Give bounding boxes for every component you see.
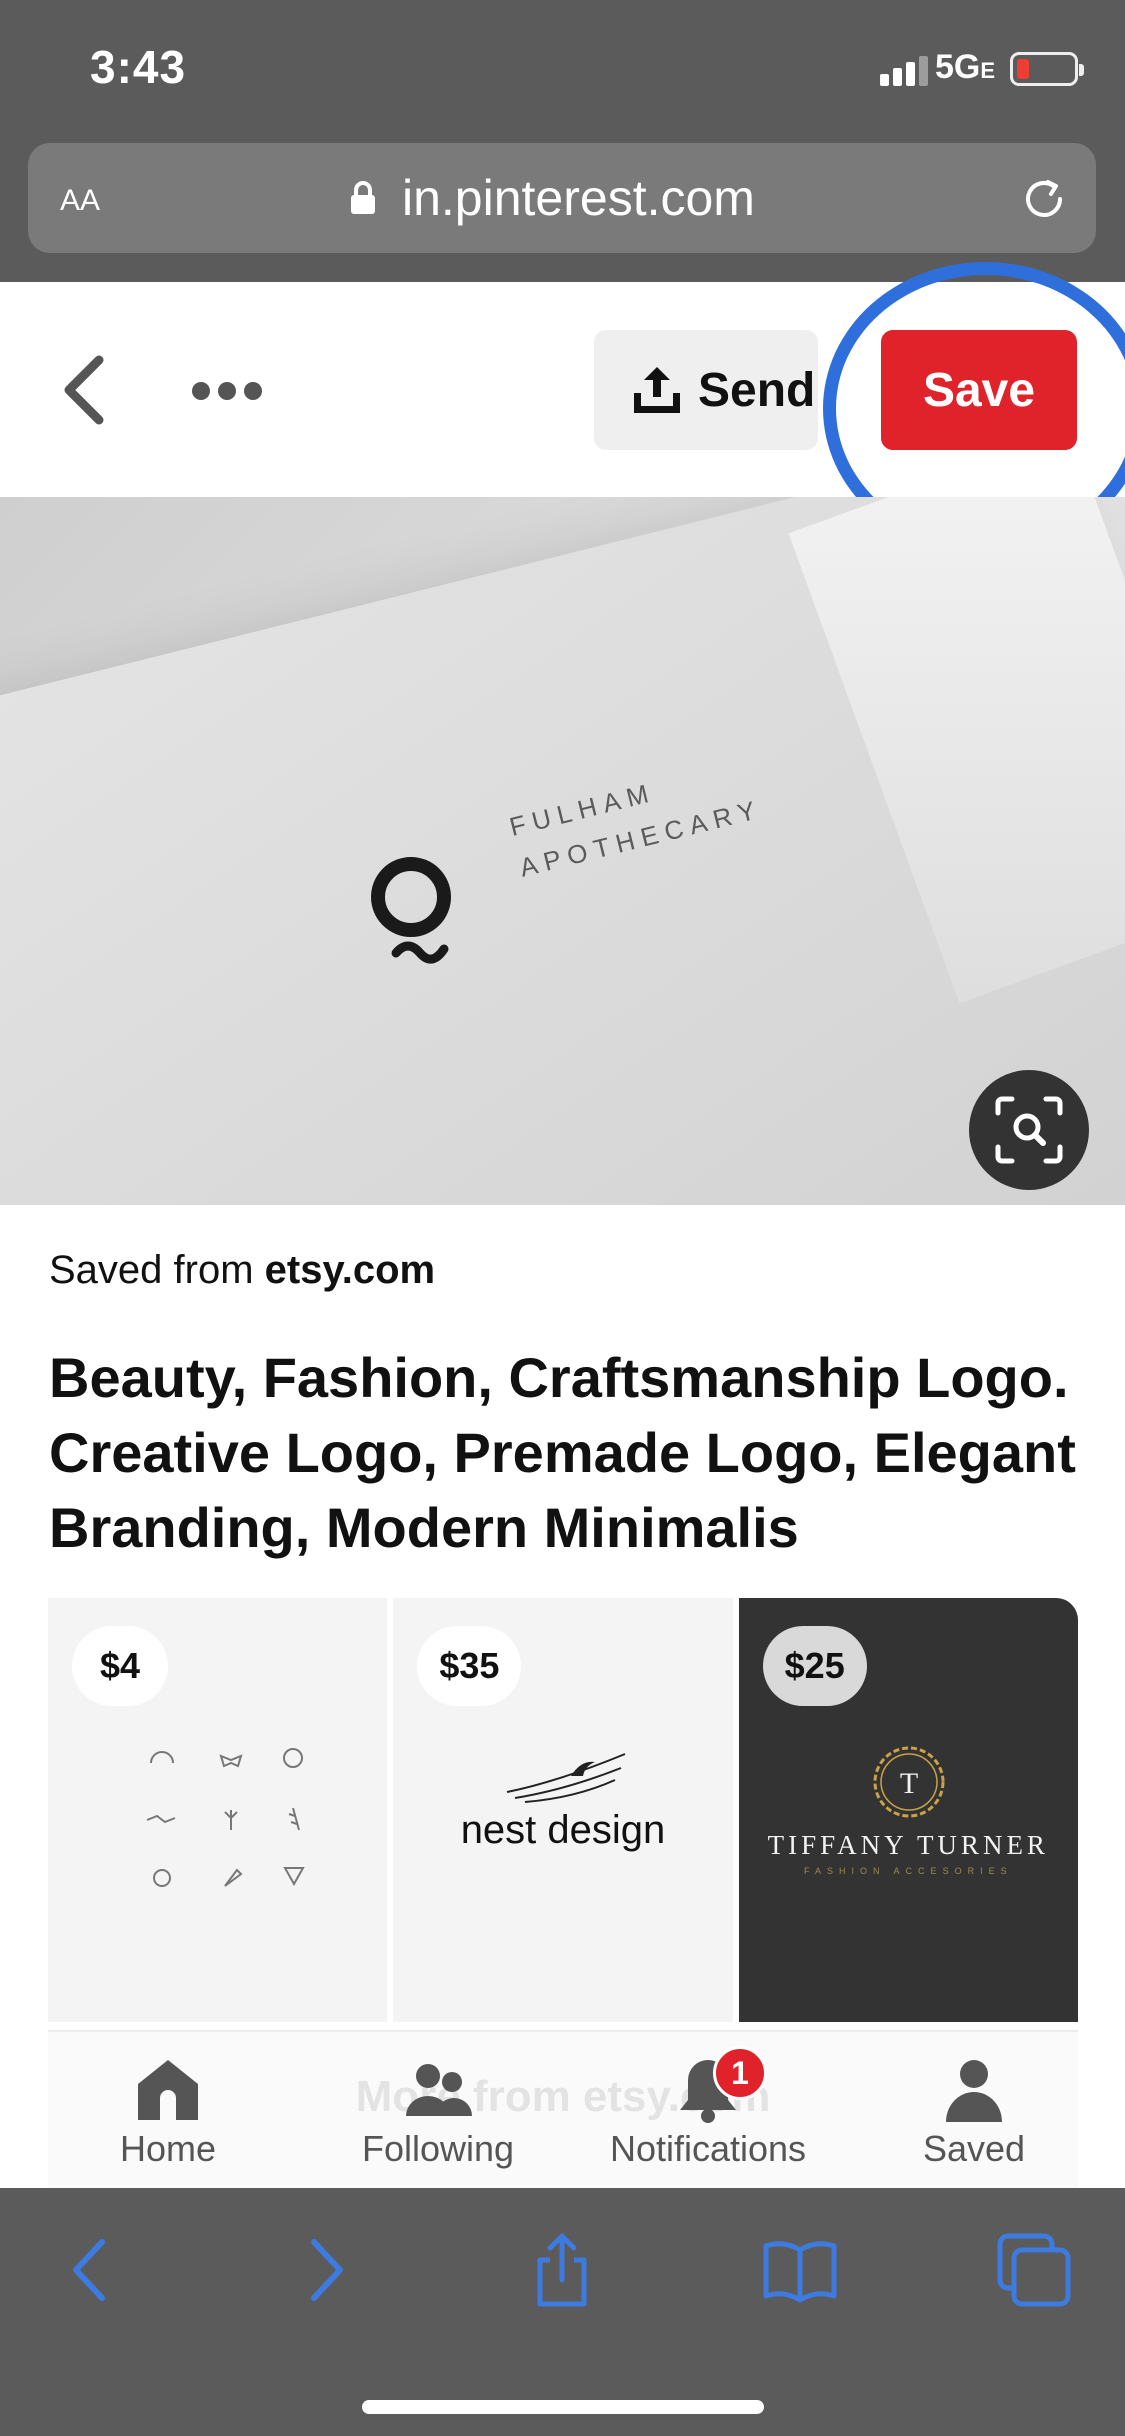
address-bar[interactable]: AA in.pinterest.com [28, 143, 1096, 253]
battery-icon [1010, 52, 1084, 86]
reload-icon[interactable] [1018, 173, 1070, 225]
tab-home[interactable]: Home [48, 2054, 288, 2184]
pin-title: Beauty, Fashion, Craftsmanship Logo. Cre… [49, 1346, 1076, 1559]
browser-top-chrome: 3:43 5GE AA in.pinterest.com [0, 0, 1125, 282]
book-icon[interactable] [760, 2230, 840, 2310]
send-button[interactable]: Send [594, 330, 818, 450]
icon-set-preview [146, 1748, 305, 1887]
product-card[interactable]: $35 nest design [393, 1598, 733, 2022]
svg-text:T: T [899, 1767, 917, 1800]
tab-saved[interactable]: Saved [854, 2054, 1094, 2184]
text-size-button[interactable]: AA [60, 175, 100, 220]
product-brand-text: nest design [460, 1808, 666, 1852]
signal-strength-icon [880, 52, 930, 86]
pin-image[interactable]: FULHAM APOTHECARY [0, 497, 1125, 1205]
network-indicator: 5GE [935, 48, 996, 86]
product-tagline: FASHION ACCESORIES [804, 1866, 1013, 1876]
send-label: Send [698, 363, 816, 417]
tab-label: Following [361, 2128, 515, 2169]
chevron-left-icon[interactable] [55, 350, 115, 430]
nest-logo-icon [507, 1753, 626, 1803]
app-tab-bar: More from etsy.com Home Following 1 Noti… [48, 2030, 1078, 2188]
tab-following[interactable]: Following [318, 2054, 558, 2184]
price-badge: $4 [72, 1626, 168, 1706]
back-arrow-icon[interactable] [52, 2230, 132, 2310]
tab-label: Notifications [609, 2128, 807, 2169]
source-link[interactable]: etsy.com [265, 1248, 435, 1292]
forward-arrow-icon[interactable] [284, 2230, 364, 2310]
brand-logo [371, 857, 451, 964]
lock-icon [351, 181, 375, 214]
tabs-icon[interactable] [994, 2230, 1074, 2310]
share-icon[interactable] [522, 2230, 602, 2310]
notification-badge: 1 [713, 2046, 767, 2100]
product-brand-text: TIFFANY TURNER [767, 1830, 1049, 1860]
price-badge: $35 [417, 1626, 522, 1706]
people-icon [406, 2064, 472, 2116]
person-icon [946, 2060, 1002, 2122]
saved-from[interactable]: Saved from etsy.com [49, 1248, 435, 1293]
browser-toolbar [0, 2188, 1125, 2436]
monogram-emblem: T [873, 1746, 945, 1818]
tab-label: Home [119, 2128, 217, 2169]
url-text[interactable]: in.pinterest.com [402, 169, 755, 227]
visual-search-button[interactable] [969, 1070, 1089, 1190]
upload-icon [634, 367, 680, 413]
save-button[interactable]: Save [881, 330, 1077, 450]
product-card[interactable]: $4 [48, 1598, 388, 2022]
tab-notifications[interactable]: 1 Notifications [588, 2046, 828, 2184]
pin-header: Send Save [0, 282, 1125, 497]
home-icon [138, 2060, 198, 2120]
tab-label: Saved [922, 2128, 1026, 2169]
price-badge: $25 [762, 1626, 867, 1706]
home-indicator [362, 2400, 764, 2414]
ellipsis-icon[interactable] [192, 382, 262, 402]
product-row: $4 $35 nest design $25 T TIFFANY TURNER … [48, 1598, 1078, 2022]
status-time: 3:43 [90, 41, 187, 93]
product-card[interactable]: $25 T TIFFANY TURNER FASHION ACCESORIES [738, 1598, 1078, 2022]
visual-search-icon [995, 1096, 1063, 1164]
